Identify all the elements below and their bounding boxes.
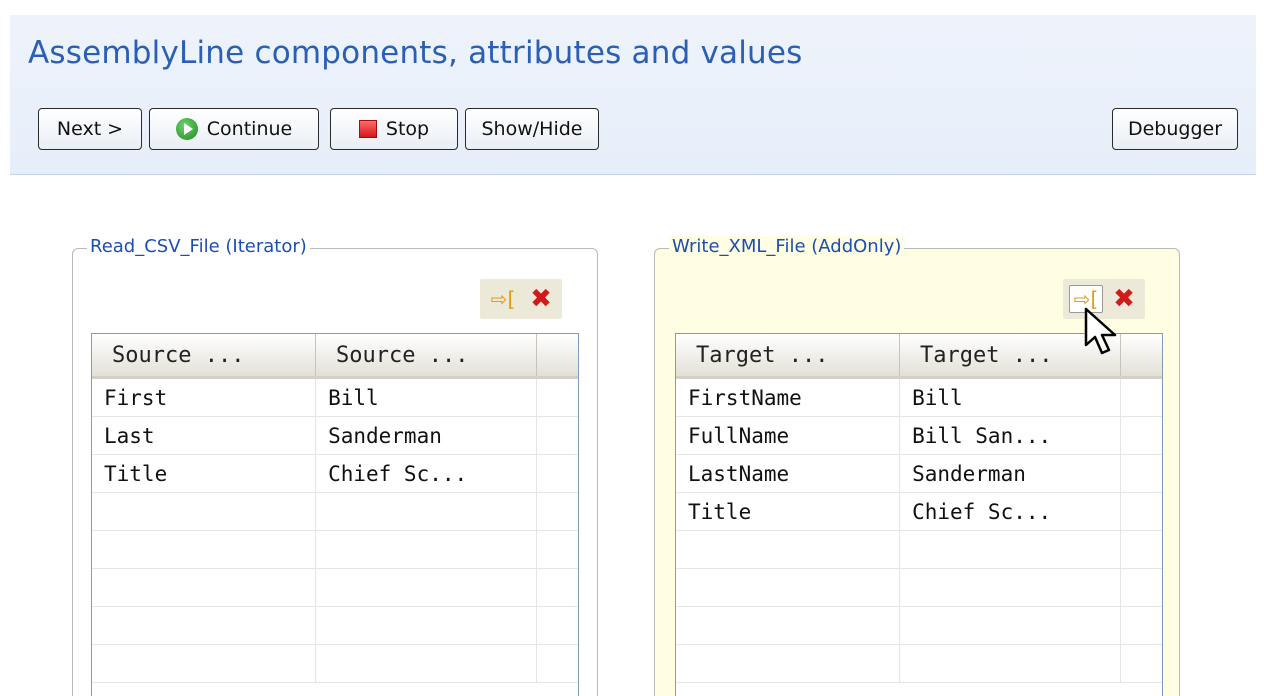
source-attribute-table[interactable]: Source ... Source ... First Bill Last Sa… xyxy=(91,333,579,696)
continue-button-label: Continue xyxy=(206,118,293,140)
map-attribute-icon[interactable]: ⇨[ xyxy=(486,285,520,313)
empty-row xyxy=(676,569,1162,607)
attribute-name-cell: FirstName xyxy=(676,379,901,416)
continue-button[interactable]: Continue xyxy=(149,108,319,150)
table-header: Target ... Target ... xyxy=(676,334,1162,379)
target-component-title: Write_XML_File (AddOnly) xyxy=(669,236,905,257)
table-row[interactable]: Last Sanderman xyxy=(92,417,578,455)
stop-button[interactable]: Stop xyxy=(330,108,458,150)
debugger-header: AssemblyLine components, attributes and … xyxy=(10,15,1256,175)
attribute-value-cell: Chief Sc... xyxy=(900,493,1122,530)
table-row[interactable]: Title Chief Sc... xyxy=(92,455,578,493)
show-hide-button[interactable]: Show/Hide xyxy=(465,108,599,150)
empty-row xyxy=(92,607,578,645)
column-header-filler xyxy=(537,334,578,376)
attribute-name-cell: Last xyxy=(92,417,317,454)
next-button[interactable]: Next > xyxy=(38,108,142,150)
source-component-title: Read_CSV_File (Iterator) xyxy=(87,236,310,257)
filler-cell xyxy=(1121,493,1162,530)
empty-row xyxy=(92,645,578,683)
debugger-button[interactable]: Debugger xyxy=(1112,108,1238,150)
source-panel-toolbar: ⇨[ ✖ xyxy=(480,279,562,319)
table-row[interactable]: Title Chief Sc... xyxy=(676,493,1162,531)
attribute-value-cell: Sanderman xyxy=(316,417,538,454)
attribute-value-cell: Sanderman xyxy=(900,455,1122,492)
next-button-label: Next > xyxy=(56,118,124,140)
empty-row xyxy=(676,531,1162,569)
stop-button-label: Stop xyxy=(385,118,430,140)
attribute-value-cell: Bill xyxy=(316,379,538,416)
filler-cell xyxy=(1121,379,1162,416)
map-attribute-icon[interactable]: ⇨[ xyxy=(1069,285,1103,313)
attribute-value-cell: Bill San... xyxy=(900,417,1122,454)
source-component-panel: Read_CSV_File (Iterator) ⇨[ ✖ Source ...… xyxy=(72,236,598,696)
page-title: AssemblyLine components, attributes and … xyxy=(28,35,803,71)
column-header-source-value[interactable]: Source ... xyxy=(316,334,538,376)
empty-row xyxy=(676,607,1162,645)
delete-icon[interactable]: ✖ xyxy=(1109,284,1139,314)
attribute-name-cell: Title xyxy=(676,493,901,530)
attribute-value-cell: Chief Sc... xyxy=(316,455,538,492)
column-header-filler xyxy=(1121,334,1162,376)
show-hide-button-label: Show/Hide xyxy=(481,118,583,140)
play-icon xyxy=(175,118,198,140)
debugger-button-label: Debugger xyxy=(1127,118,1223,140)
target-component-panel: Write_XML_File (AddOnly) ⇨[ ✖ Target ...… xyxy=(654,236,1180,696)
table-row[interactable]: First Bill xyxy=(92,379,578,417)
target-panel-toolbar: ⇨[ ✖ xyxy=(1063,279,1145,319)
target-attribute-table[interactable]: Target ... Target ... FirstName Bill Ful… xyxy=(675,333,1163,696)
delete-icon[interactable]: ✖ xyxy=(526,284,556,314)
table-row[interactable]: FullName Bill San... xyxy=(676,417,1162,455)
empty-row xyxy=(676,645,1162,683)
attribute-value-cell: Bill xyxy=(900,379,1122,416)
filler-cell xyxy=(537,379,578,416)
stop-icon xyxy=(358,120,377,138)
column-header-source-name[interactable]: Source ... xyxy=(92,334,317,376)
table-row[interactable]: LastName Sanderman xyxy=(676,455,1162,493)
empty-row xyxy=(92,531,578,569)
filler-cell xyxy=(537,455,578,492)
attribute-name-cell: LastName xyxy=(676,455,901,492)
empty-row xyxy=(92,493,578,531)
table-header: Source ... Source ... xyxy=(92,334,578,379)
attribute-name-cell: FullName xyxy=(676,417,901,454)
filler-cell xyxy=(1121,455,1162,492)
filler-cell xyxy=(1121,417,1162,454)
attribute-name-cell: Title xyxy=(92,455,317,492)
column-header-target-value[interactable]: Target ... xyxy=(900,334,1122,376)
attribute-name-cell: First xyxy=(92,379,317,416)
column-header-target-name[interactable]: Target ... xyxy=(676,334,901,376)
filler-cell xyxy=(537,417,578,454)
table-row[interactable]: FirstName Bill xyxy=(676,379,1162,417)
empty-row xyxy=(92,569,578,607)
